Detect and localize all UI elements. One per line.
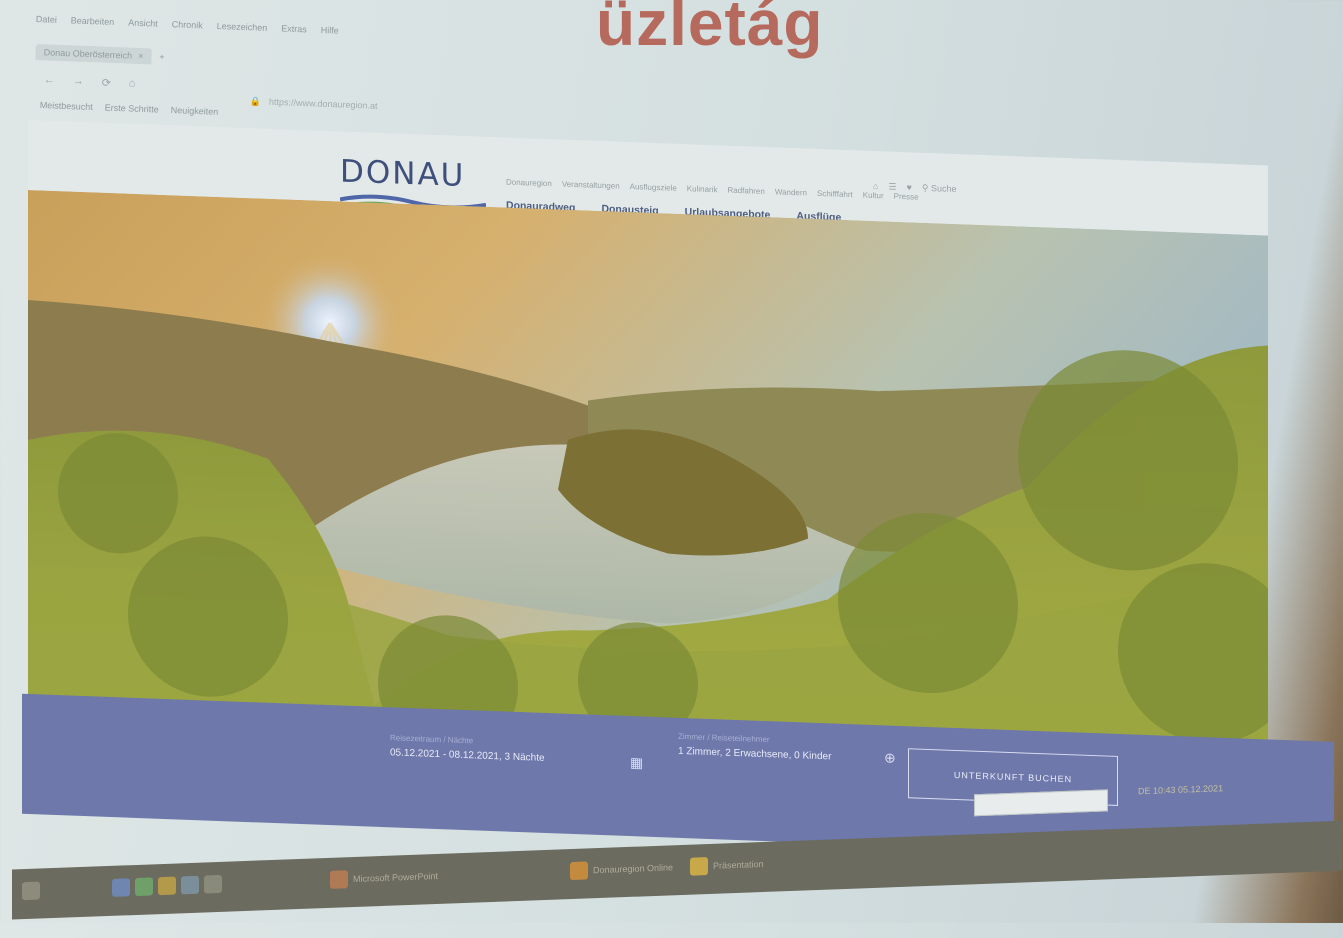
bookmarks-bar: Meistbesucht Erste Schritte Neuigkeiten bbox=[40, 100, 219, 117]
top-link[interactable]: Wandern bbox=[775, 187, 807, 197]
tab-title: Donau Oberösterreich bbox=[43, 47, 133, 61]
close-icon[interactable]: × bbox=[138, 51, 144, 61]
app-icon[interactable] bbox=[204, 874, 222, 894]
top-link[interactable]: Veranstaltungen bbox=[562, 180, 620, 191]
lock-icon: 🔒 bbox=[249, 96, 262, 107]
home-icon[interactable]: ⌂ bbox=[873, 181, 878, 192]
menu-item-file[interactable]: Datei bbox=[36, 14, 57, 25]
media-icon[interactable] bbox=[181, 875, 199, 895]
taskbar-item-powerpoint[interactable]: Microsoft PowerPoint bbox=[330, 864, 438, 892]
forward-icon[interactable]: → bbox=[72, 75, 84, 88]
address-url: https://www.donauregion.at bbox=[268, 96, 378, 111]
taskbar-item-label: Microsoft PowerPoint bbox=[353, 870, 439, 885]
ie-icon[interactable] bbox=[112, 878, 130, 897]
menu-item-tools[interactable]: Extras bbox=[281, 23, 307, 34]
guests-field[interactable]: Zimmer / Reiseteilnehmer 1 Zimmer, 2 Erw… bbox=[678, 732, 831, 763]
top-links: Donauregion Veranstaltungen Ausflugsziel… bbox=[506, 178, 919, 202]
favorites-icon[interactable]: ♥ bbox=[907, 182, 912, 193]
new-tab-icon[interactable]: + bbox=[159, 52, 165, 62]
windows-icon bbox=[22, 881, 40, 901]
address-bar[interactable]: 🔒 https://www.donauregion.at bbox=[249, 96, 769, 132]
date-range-label: Reisezeitraum / Nächte bbox=[390, 733, 474, 746]
menu-item-edit[interactable]: Bearbeiten bbox=[71, 15, 115, 27]
date-range-value: 05.12.2021 - 08.12.2021, 3 Nächte bbox=[390, 747, 545, 764]
bookmark-item[interactable]: Erste Schritte bbox=[105, 102, 159, 114]
search-button[interactable]: ⚲ Suche bbox=[922, 183, 957, 195]
tray-text: DE 10:43 05.12.2021 bbox=[1138, 783, 1224, 797]
date-range-field[interactable]: Reisezeitraum / Nächte 05.12.2021 - 08.1… bbox=[390, 733, 545, 764]
start-button[interactable] bbox=[22, 879, 40, 904]
taskbar-search-input[interactable] bbox=[974, 789, 1108, 817]
taskbar-item-presentation[interactable]: Präsentation bbox=[690, 852, 764, 879]
menu-item-help[interactable]: Hilfe bbox=[321, 25, 339, 36]
top-link[interactable]: Radfahren bbox=[727, 186, 764, 196]
menu-item-bookmarks[interactable]: Lesezeichen bbox=[217, 21, 268, 33]
taskbar-strip bbox=[12, 820, 1342, 920]
taskbar-pinned-apps bbox=[112, 872, 222, 900]
guests-value: 1 Zimmer, 2 Erwachsene, 0 Kinder bbox=[678, 745, 832, 763]
top-link[interactable]: Schifffahrt bbox=[817, 189, 853, 199]
guests-label: Zimmer / Reiseteilnehmer bbox=[678, 731, 770, 745]
back-icon[interactable]: ← bbox=[44, 74, 55, 87]
bookmark-item[interactable]: Meistbesucht bbox=[40, 100, 93, 112]
firefox-icon bbox=[570, 861, 588, 881]
menu-icon[interactable]: ☰ bbox=[888, 182, 896, 193]
reload-icon[interactable]: ⟳ bbox=[101, 76, 111, 89]
menu-item-history[interactable]: Chronik bbox=[172, 19, 203, 30]
menu-item-view[interactable]: Ansicht bbox=[128, 18, 158, 29]
browser-nav: ← → ⟳ ⌂ bbox=[44, 74, 136, 91]
system-tray: DE 10:43 05.12.2021 bbox=[1138, 783, 1223, 796]
slide-title: üzletág bbox=[596, 0, 824, 59]
chrome-icon[interactable] bbox=[135, 877, 153, 897]
calendar-icon[interactable]: ▦ bbox=[630, 754, 643, 771]
bookmark-item[interactable]: Neuigkeiten bbox=[171, 105, 219, 117]
home-icon[interactable]: ⌂ bbox=[129, 77, 136, 90]
browser-tab[interactable]: Donau Oberösterreich × bbox=[35, 44, 152, 65]
browser-tab-strip: Donau Oberösterreich × + bbox=[35, 44, 165, 65]
powerpoint-icon bbox=[330, 870, 348, 889]
browser-menu-bar: Datei Bearbeiten Ansicht Chronik Lesezei… bbox=[36, 14, 339, 36]
folder-icon[interactable] bbox=[158, 876, 176, 896]
presentation-icon bbox=[690, 857, 708, 876]
logo-text: DONAU bbox=[340, 153, 466, 195]
top-link[interactable]: Kulinarik bbox=[687, 184, 718, 194]
top-link[interactable]: Donauregion bbox=[506, 178, 552, 189]
taskbar-item-browser[interactable]: Donauregion Online bbox=[570, 855, 673, 883]
taskbar-item-label: Donauregion Online bbox=[593, 862, 674, 876]
top-link[interactable]: Ausflugsziele bbox=[630, 182, 677, 193]
taskbar-item-label: Präsentation bbox=[713, 859, 764, 871]
